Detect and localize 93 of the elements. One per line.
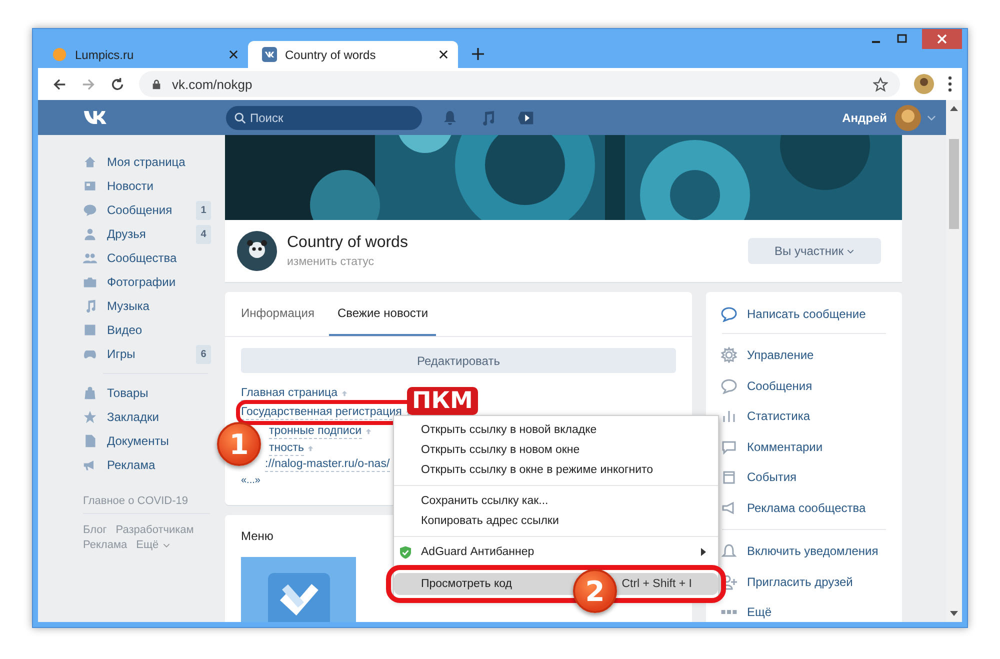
- avatar-icon[interactable]: [895, 104, 921, 130]
- bookmark-star-icon[interactable]: [873, 76, 888, 92]
- camera-icon: [83, 275, 97, 289]
- count-badge: 1: [196, 200, 211, 220]
- megaphone-icon: [721, 500, 737, 516]
- star-icon: [83, 410, 97, 424]
- vk-logo-icon: [262, 47, 277, 62]
- action-item[interactable]: Написать сообщение: [747, 306, 866, 320]
- more-dots-icon: [721, 610, 737, 614]
- chevron-down-icon[interactable]: [162, 542, 170, 548]
- scrollbar[interactable]: [946, 100, 962, 622]
- comment-icon: [721, 438, 737, 455]
- reload-icon[interactable]: [110, 76, 125, 92]
- action-item[interactable]: Включить уведомления: [747, 544, 878, 558]
- profile-avatar-icon[interactable]: [914, 74, 934, 94]
- context-menu-item[interactable]: Сохранить ссылку как...: [394, 491, 718, 511]
- annotation-label: ПКМ: [407, 387, 478, 415]
- group-name: Country of words: [287, 234, 408, 252]
- close-icon[interactable]: [229, 50, 238, 59]
- submenu-arrow-icon: [701, 548, 706, 556]
- wiki-link[interactable]: тность: [269, 440, 304, 456]
- address-field[interactable]: vk.com/nokgp: [139, 71, 900, 97]
- speech-bubble-icon: [721, 378, 737, 394]
- action-item[interactable]: Пригласить друзей: [747, 574, 853, 589]
- play-icon[interactable]: [518, 110, 534, 126]
- action-item[interactable]: Сообщения: [747, 378, 812, 393]
- circle-favicon-icon: [52, 47, 67, 62]
- sidebar-item[interactable]: Моя страница: [107, 155, 211, 169]
- wiki-link[interactable]: ://nalog-master.ru/o-nas/: [265, 457, 390, 472]
- sidebar-item[interactable]: Видео: [107, 323, 211, 337]
- close-button[interactable]: [922, 29, 962, 49]
- sidebar-item[interactable]: Реклама: [107, 458, 211, 472]
- context-menu-item[interactable]: Открыть ссылку в окне в режиме инкогнито: [394, 460, 718, 480]
- action-item[interactable]: Управление: [747, 348, 814, 362]
- maximize-icon[interactable]: [896, 33, 908, 45]
- sidebar-item[interactable]: Новости: [107, 179, 211, 193]
- new-tab-icon[interactable]: [472, 48, 484, 60]
- person-icon: [83, 227, 97, 241]
- context-menu-item[interactable]: Копировать адрес ссылки: [394, 511, 718, 531]
- wiki-link[interactable]: тронные подписи: [269, 424, 362, 440]
- sidebar-item[interactable]: Закладки: [107, 410, 211, 424]
- context-menu-item[interactable]: Открыть ссылку в новой вкладке: [394, 420, 718, 440]
- sidebar-item[interactable]: Документы: [107, 434, 211, 448]
- context-menu-item[interactable]: Открыть ссылку в новом окне: [394, 440, 718, 460]
- search-field[interactable]: Поиск: [226, 106, 422, 130]
- menu-icon[interactable]: [948, 76, 952, 92]
- scroll-up-arrow-icon[interactable]: [950, 106, 958, 111]
- house-icon: [83, 155, 97, 169]
- more-text: «...»: [241, 475, 260, 486]
- document-icon: [83, 434, 97, 448]
- address-text: vk.com/nokgp: [172, 76, 254, 92]
- action-item[interactable]: Комментарии: [747, 440, 823, 454]
- scrollbar-thumb[interactable]: [949, 139, 959, 229]
- content-tab[interactable]: Свежие новости: [329, 292, 436, 336]
- sidebar-item[interactable]: Друзья: [107, 227, 196, 241]
- sidebar-item[interactable]: Сообщения: [107, 203, 196, 217]
- content-tab[interactable]: Информация: [241, 292, 324, 336]
- chevron-down-icon: [847, 248, 854, 254]
- user-name[interactable]: Андрей: [842, 110, 887, 124]
- member-button[interactable]: Вы участник: [748, 238, 881, 264]
- newspaper-icon: [83, 179, 97, 193]
- action-item[interactable]: Ещё: [747, 605, 772, 620]
- bag-icon: [83, 386, 97, 400]
- sidebar-item[interactable]: Фотографии: [107, 275, 211, 289]
- close-icon[interactable]: [439, 50, 448, 59]
- sidebar-item[interactable]: Сообщества: [107, 251, 211, 265]
- context-menu-item[interactable]: AdGuard Антибаннер: [394, 542, 718, 562]
- bell-icon: [721, 543, 737, 560]
- menu-title: Меню: [241, 529, 274, 543]
- action-item[interactable]: Реклама сообщества: [747, 500, 866, 515]
- browser-tab[interactable]: Lumpics.ru: [38, 41, 248, 68]
- scroll-down-arrow-icon[interactable]: [950, 611, 958, 616]
- back-arrow-icon[interactable]: [52, 76, 67, 92]
- chevron-down-icon[interactable]: [927, 114, 936, 120]
- panda-avatar-icon: [237, 231, 277, 271]
- lock-icon: [151, 78, 162, 90]
- edit-button[interactable]: Редактировать: [241, 348, 676, 373]
- sidebar-item[interactable]: Музыка: [107, 299, 211, 313]
- sidebar-item[interactable]: Товары: [107, 386, 211, 400]
- bar-chart-icon: [721, 408, 737, 424]
- count-badge: 4: [196, 224, 211, 244]
- speech-bubble-icon: [83, 203, 97, 217]
- search-icon: [234, 112, 246, 124]
- speech-bubble-icon: [721, 306, 737, 322]
- action-item[interactable]: События: [747, 470, 797, 484]
- count-badge: 6: [196, 344, 211, 364]
- sidebar-item[interactable]: Игры: [107, 347, 196, 361]
- shield-icon: [400, 546, 411, 558]
- wiki-link[interactable]: Главная страница: [241, 386, 338, 401]
- gear-icon: [721, 347, 737, 364]
- browser-tab[interactable]: Country of words: [248, 41, 458, 68]
- people-icon: [83, 251, 97, 265]
- action-item[interactable]: Статистика: [747, 409, 810, 424]
